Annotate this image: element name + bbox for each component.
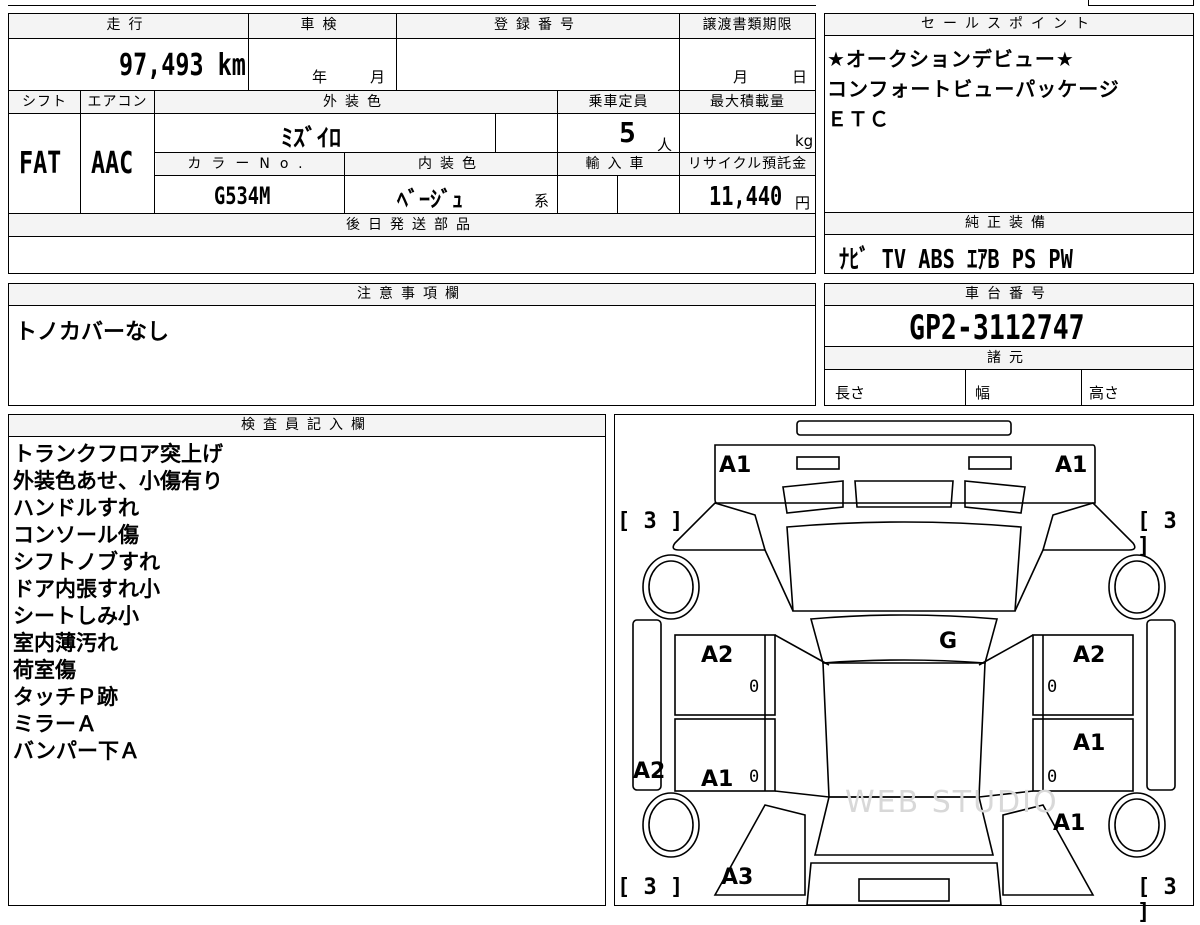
sales-points-title: セールスポイント <box>825 14 1193 36</box>
inspector-title: 検査員記入欄 <box>9 415 605 437</box>
sales-point-line: ＥＴＣ <box>827 107 890 131</box>
spec-width: 幅 <box>975 384 991 402</box>
mileage-header: 走行 <box>9 14 248 38</box>
capacity-value: 5 <box>619 116 636 149</box>
deadline-day-unit: 日 <box>792 68 808 86</box>
inspection-year-unit: 年 <box>312 68 328 86</box>
watermark: WEB STUDIO <box>845 785 1059 820</box>
specs-title: 諸元 <box>825 347 1193 369</box>
vehicle-info-panel: 走行 車検 登録番号 譲渡書類期限 97,493 km 年 月 月 日 シフト … <box>8 13 816 274</box>
recycle-unit: 円 <box>795 194 811 212</box>
inspector-note: ドア内張すれ小 <box>13 577 160 601</box>
capacity-header: 乗車定員 <box>558 91 679 113</box>
inspector-note: 荷室傷 <box>13 658 76 682</box>
mark-zero: 0 <box>749 767 760 787</box>
exterior-color-value: ﾐｽﾞｲﾛ <box>281 124 341 152</box>
shift-value: FAT <box>19 146 62 181</box>
caution-text: トノカバーなし <box>15 320 170 345</box>
sales-points-panel: セールスポイント ★オークションデビュー★ コンフォートビューパッケージ ＥＴＣ <box>824 13 1194 213</box>
inspector-note: シフトノブすれ <box>13 550 160 574</box>
shift-header: シフト <box>9 91 80 113</box>
sales-points-list: ★オークションデビュー★ コンフォートビューパッケージ ＥＴＣ <box>827 44 1120 134</box>
color-no-header: カラーNo. <box>156 153 344 175</box>
mark-rear-right: A1 <box>1055 453 1088 478</box>
aircon-value: AAC <box>91 146 134 181</box>
mark-glass: G <box>939 629 958 654</box>
mark-front-door-left: A1 <box>701 767 734 792</box>
mark-zero: 0 <box>1047 677 1058 697</box>
registration-header: 登録番号 <box>397 14 679 38</box>
inspector-note: トランクフロア突上げ <box>13 442 223 466</box>
caution-panel: 注意事項欄 トノカバーなし <box>8 283 816 406</box>
top-edge-strip <box>8 0 816 6</box>
mileage-value: 97,493 km <box>119 48 246 83</box>
later-parts-header: 後日発送部品 <box>9 214 815 236</box>
mark-rear-door-right: A2 <box>1073 643 1106 668</box>
max-load-unit: kg <box>795 132 814 150</box>
mark-zero: 0 <box>1047 767 1058 787</box>
inspector-note: タッチＰ跡 <box>13 685 118 709</box>
car-diagram-panel: A1 A1 G A2 A2 A2 A1 A1 A1 A3 0 0 0 0 [ 3… <box>614 414 1194 925</box>
interior-color-header: 内装色 <box>345 153 557 175</box>
inspection-header: 車検 <box>249 14 396 38</box>
equipment-value: ﾅﾋﾞ TV ABS ｴｱB PS PW <box>839 245 1073 275</box>
inspector-note: 室内薄汚れ <box>13 631 118 655</box>
tire-label-rear-right: [ 3 ] <box>1137 509 1177 559</box>
interior-color-value: ﾍﾞｰｼﾞｭ <box>397 188 464 213</box>
inspector-note: コンソール傷 <box>13 523 139 547</box>
color-no-value: G534M <box>214 182 271 210</box>
inspector-panel: 検査員記入欄 トランクフロア突上げ 外装色あせ、小傷有り ハンドルすれ コンソー… <box>8 414 606 906</box>
aircon-header: エアコン <box>81 91 154 113</box>
caution-title: 注意事項欄 <box>9 284 815 306</box>
inspector-notes-list: トランクフロア突上げ 外装色あせ、小傷有り ハンドルすれ コンソール傷 シフトノ… <box>13 441 223 765</box>
mark-front-left: A3 <box>721 865 754 890</box>
sales-point-line: コンフォートビューパッケージ <box>827 77 1120 101</box>
chassis-number: GP2-3112747 <box>909 308 1085 348</box>
deadline-month-unit: 月 <box>733 68 749 86</box>
tire-label-rear-left: [ 3 ] <box>617 509 684 534</box>
mark-front-door-right: A1 <box>1073 731 1106 756</box>
tire-label-front-right: [ 3 ] <box>1137 875 1177 925</box>
spec-length: 長さ <box>835 384 866 402</box>
inspector-note: ハンドルすれ <box>13 496 139 520</box>
equipment-panel: 純正装備 ﾅﾋﾞ TV ABS ｴｱB PS PW <box>824 212 1194 275</box>
top-edge-strip-right <box>1088 0 1194 6</box>
chassis-title: 車台番号 <box>825 284 1193 306</box>
recycle-header: リサイクル預託金 <box>680 153 815 175</box>
deadline-header: 譲渡書類期限 <box>680 14 815 38</box>
recycle-value: 11,440 <box>709 182 783 212</box>
mark-zero: 0 <box>749 677 760 697</box>
mark-rear-door-left: A2 <box>701 643 734 668</box>
import-header: 輸入車 <box>558 153 679 175</box>
inspector-note: シートしみ小 <box>13 604 139 628</box>
inspector-note: 外装色あせ、小傷有り <box>13 469 223 493</box>
inspector-note: ミラーＡ <box>13 712 97 736</box>
mark-rear-left: A1 <box>719 453 752 478</box>
exterior-color-header: 外装色 <box>155 91 557 113</box>
chassis-panel: 車台番号 GP2-3112747 諸元 長さ 幅 高さ <box>824 283 1194 406</box>
inspection-month-unit: 月 <box>370 68 386 86</box>
inspector-note: バンパー下Ａ <box>13 739 141 763</box>
mark-left-side: A2 <box>633 759 666 784</box>
sales-point-line: ★オークションデビュー★ <box>827 47 1075 71</box>
tire-label-front-left: [ 3 ] <box>617 875 684 900</box>
spec-height: 高さ <box>1089 384 1120 402</box>
equipment-title: 純正装備 <box>825 213 1193 235</box>
max-load-header: 最大積載量 <box>680 91 815 113</box>
interior-color-suffix: 系 <box>534 192 550 210</box>
